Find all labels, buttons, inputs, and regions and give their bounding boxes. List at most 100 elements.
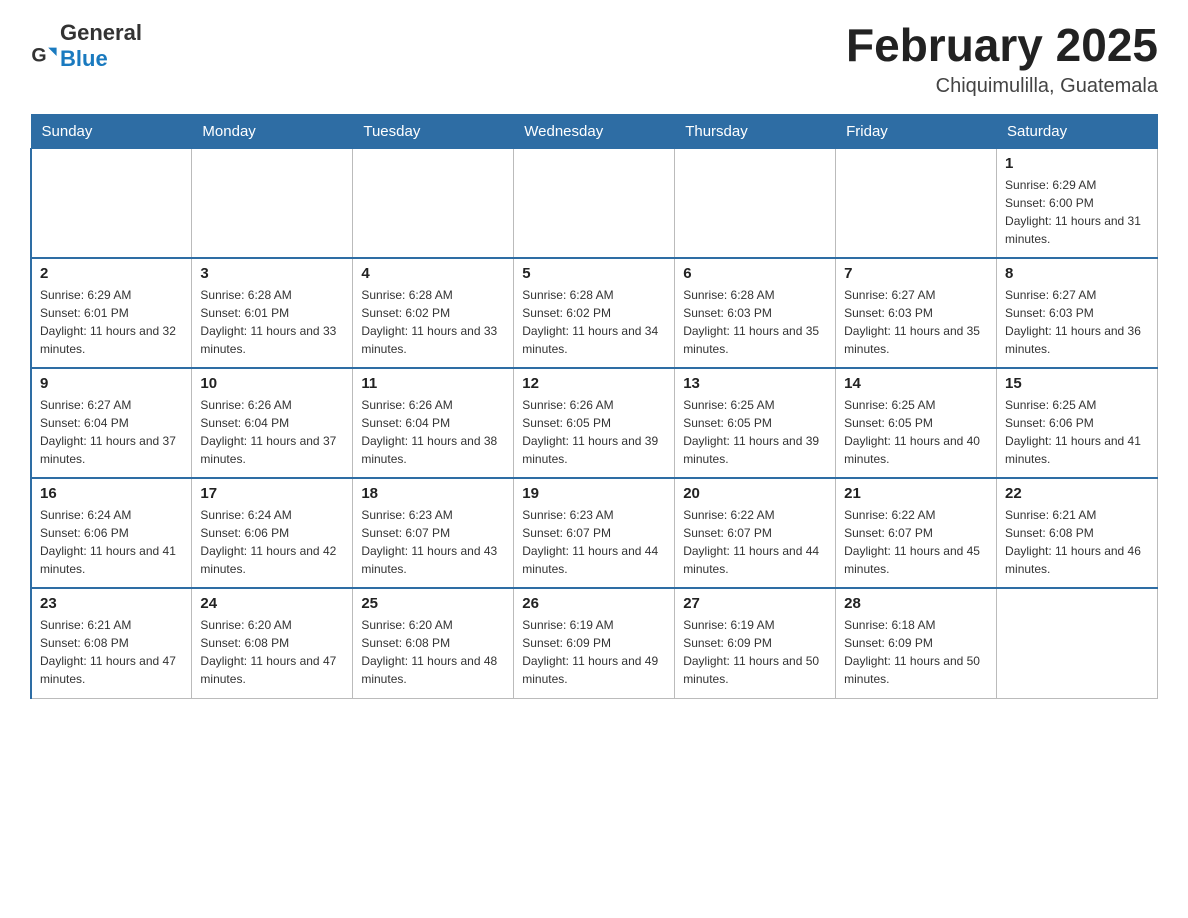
day-info: Sunrise: 6:28 AM Sunset: 6:01 PM Dayligh… bbox=[200, 286, 344, 358]
day-number: 1 bbox=[1005, 155, 1149, 172]
day-info: Sunrise: 6:28 AM Sunset: 6:02 PM Dayligh… bbox=[361, 286, 505, 358]
day-info: Sunrise: 6:18 AM Sunset: 6:09 PM Dayligh… bbox=[844, 616, 988, 688]
day-info: Sunrise: 6:22 AM Sunset: 6:07 PM Dayligh… bbox=[844, 506, 988, 578]
calendar-cell: 2 Sunrise: 6:29 AM Sunset: 6:01 PM Daylig… bbox=[31, 258, 192, 368]
location-title: Chiquimulilla, Guatemala bbox=[846, 75, 1158, 98]
calendar-cell: 21 Sunrise: 6:22 AM Sunset: 6:07 PM Dayli… bbox=[836, 478, 997, 588]
day-number: 26 bbox=[522, 595, 666, 612]
day-number: 23 bbox=[40, 595, 183, 612]
calendar-header-row: SundayMondayTuesdayWednesdayThursdayFrid… bbox=[31, 114, 1158, 148]
calendar-cell: 1 Sunrise: 6:29 AM Sunset: 6:00 PM Daylig… bbox=[997, 148, 1158, 258]
column-header-monday: Monday bbox=[192, 114, 353, 148]
column-header-thursday: Thursday bbox=[675, 114, 836, 148]
calendar-cell bbox=[675, 148, 836, 258]
day-number: 8 bbox=[1005, 265, 1149, 282]
calendar-cell: 16 Sunrise: 6:24 AM Sunset: 6:06 PM Dayli… bbox=[31, 478, 192, 588]
calendar-cell: 14 Sunrise: 6:25 AM Sunset: 6:05 PM Dayli… bbox=[836, 368, 997, 478]
day-info: Sunrise: 6:20 AM Sunset: 6:08 PM Dayligh… bbox=[361, 616, 505, 688]
calendar-cell: 25 Sunrise: 6:20 AM Sunset: 6:08 PM Dayli… bbox=[353, 588, 514, 698]
calendar-cell: 26 Sunrise: 6:19 AM Sunset: 6:09 PM Dayli… bbox=[514, 588, 675, 698]
day-info: Sunrise: 6:23 AM Sunset: 6:07 PM Dayligh… bbox=[522, 506, 666, 578]
column-header-wednesday: Wednesday bbox=[514, 114, 675, 148]
calendar-cell: 12 Sunrise: 6:26 AM Sunset: 6:05 PM Dayli… bbox=[514, 368, 675, 478]
day-number: 10 bbox=[200, 375, 344, 392]
day-number: 3 bbox=[200, 265, 344, 282]
calendar-cell: 8 Sunrise: 6:27 AM Sunset: 6:03 PM Daylig… bbox=[997, 258, 1158, 368]
logo: G General Blue bbox=[30, 20, 142, 72]
column-header-saturday: Saturday bbox=[997, 114, 1158, 148]
day-info: Sunrise: 6:28 AM Sunset: 6:02 PM Dayligh… bbox=[522, 286, 666, 358]
calendar-cell: 24 Sunrise: 6:20 AM Sunset: 6:08 PM Dayli… bbox=[192, 588, 353, 698]
day-info: Sunrise: 6:22 AM Sunset: 6:07 PM Dayligh… bbox=[683, 506, 827, 578]
calendar-cell: 4 Sunrise: 6:28 AM Sunset: 6:02 PM Daylig… bbox=[353, 258, 514, 368]
day-number: 5 bbox=[522, 265, 666, 282]
day-info: Sunrise: 6:29 AM Sunset: 6:00 PM Dayligh… bbox=[1005, 176, 1149, 248]
day-info: Sunrise: 6:26 AM Sunset: 6:04 PM Dayligh… bbox=[200, 396, 344, 468]
svg-text:G: G bbox=[31, 45, 46, 67]
month-title: February 2025 bbox=[846, 20, 1158, 71]
day-number: 18 bbox=[361, 485, 505, 502]
calendar-cell bbox=[192, 148, 353, 258]
day-number: 28 bbox=[844, 595, 988, 612]
day-number: 14 bbox=[844, 375, 988, 392]
calendar-cell: 13Sunrise: 6:25 AM Sunset: 6:05 PM Dayli… bbox=[675, 368, 836, 478]
calendar-week-row: 2 Sunrise: 6:29 AM Sunset: 6:01 PM Daylig… bbox=[31, 258, 1158, 368]
calendar-week-row: 1 Sunrise: 6:29 AM Sunset: 6:00 PM Daylig… bbox=[31, 148, 1158, 258]
day-number: 2 bbox=[40, 265, 183, 282]
calendar-cell: 3 Sunrise: 6:28 AM Sunset: 6:01 PM Daylig… bbox=[192, 258, 353, 368]
day-info: Sunrise: 6:27 AM Sunset: 6:03 PM Dayligh… bbox=[844, 286, 988, 358]
calendar-cell: 19Sunrise: 6:23 AM Sunset: 6:07 PM Dayli… bbox=[514, 478, 675, 588]
page-header: G General Blue February 2025 Chiquimulil… bbox=[30, 20, 1158, 98]
day-number: 20 bbox=[683, 485, 827, 502]
calendar-week-row: 16 Sunrise: 6:24 AM Sunset: 6:06 PM Dayli… bbox=[31, 478, 1158, 588]
calendar-cell: 15 Sunrise: 6:25 AM Sunset: 6:06 PM Dayli… bbox=[997, 368, 1158, 478]
day-info: Sunrise: 6:26 AM Sunset: 6:04 PM Dayligh… bbox=[361, 396, 505, 468]
day-info: Sunrise: 6:24 AM Sunset: 6:06 PM Dayligh… bbox=[200, 506, 344, 578]
calendar-cell: 22Sunrise: 6:21 AM Sunset: 6:08 PM Dayli… bbox=[997, 478, 1158, 588]
day-info: Sunrise: 6:24 AM Sunset: 6:06 PM Dayligh… bbox=[40, 506, 183, 578]
calendar-week-row: 23Sunrise: 6:21 AM Sunset: 6:08 PM Dayli… bbox=[31, 588, 1158, 698]
calendar-cell bbox=[514, 148, 675, 258]
day-number: 25 bbox=[361, 595, 505, 612]
day-info: Sunrise: 6:23 AM Sunset: 6:07 PM Dayligh… bbox=[361, 506, 505, 578]
calendar-cell bbox=[31, 148, 192, 258]
day-info: Sunrise: 6:25 AM Sunset: 6:05 PM Dayligh… bbox=[844, 396, 988, 468]
calendar-cell: 23Sunrise: 6:21 AM Sunset: 6:08 PM Dayli… bbox=[31, 588, 192, 698]
day-number: 17 bbox=[200, 485, 344, 502]
day-number: 6 bbox=[683, 265, 827, 282]
day-number: 12 bbox=[522, 375, 666, 392]
calendar-table: SundayMondayTuesdayWednesdayThursdayFrid… bbox=[30, 114, 1158, 699]
day-number: 24 bbox=[200, 595, 344, 612]
calendar-cell bbox=[353, 148, 514, 258]
calendar-cell: 9Sunrise: 6:27 AM Sunset: 6:04 PM Daylig… bbox=[31, 368, 192, 478]
day-number: 15 bbox=[1005, 375, 1149, 392]
day-number: 16 bbox=[40, 485, 183, 502]
calendar-cell bbox=[997, 588, 1158, 698]
day-number: 7 bbox=[844, 265, 988, 282]
calendar-cell: 18 Sunrise: 6:23 AM Sunset: 6:07 PM Dayli… bbox=[353, 478, 514, 588]
column-header-tuesday: Tuesday bbox=[353, 114, 514, 148]
calendar-cell: 7 Sunrise: 6:27 AM Sunset: 6:03 PM Daylig… bbox=[836, 258, 997, 368]
day-number: 4 bbox=[361, 265, 505, 282]
calendar-cell: 5 Sunrise: 6:28 AM Sunset: 6:02 PM Daylig… bbox=[514, 258, 675, 368]
day-info: Sunrise: 6:19 AM Sunset: 6:09 PM Dayligh… bbox=[522, 616, 666, 688]
day-info: Sunrise: 6:25 AM Sunset: 6:06 PM Dayligh… bbox=[1005, 396, 1149, 468]
day-info: Sunrise: 6:27 AM Sunset: 6:04 PM Dayligh… bbox=[40, 396, 183, 468]
calendar-cell: 27 Sunrise: 6:19 AM Sunset: 6:09 PM Dayli… bbox=[675, 588, 836, 698]
day-number: 27 bbox=[683, 595, 827, 612]
day-number: 13 bbox=[683, 375, 827, 392]
day-info: Sunrise: 6:26 AM Sunset: 6:05 PM Dayligh… bbox=[522, 396, 666, 468]
calendar-cell bbox=[836, 148, 997, 258]
day-info: Sunrise: 6:27 AM Sunset: 6:03 PM Dayligh… bbox=[1005, 286, 1149, 358]
day-info: Sunrise: 6:19 AM Sunset: 6:09 PM Dayligh… bbox=[683, 616, 827, 688]
day-info: Sunrise: 6:20 AM Sunset: 6:08 PM Dayligh… bbox=[200, 616, 344, 688]
calendar-week-row: 9Sunrise: 6:27 AM Sunset: 6:04 PM Daylig… bbox=[31, 368, 1158, 478]
day-info: Sunrise: 6:21 AM Sunset: 6:08 PM Dayligh… bbox=[1005, 506, 1149, 578]
calendar-cell: 11 Sunrise: 6:26 AM Sunset: 6:04 PM Dayli… bbox=[353, 368, 514, 478]
day-number: 11 bbox=[361, 375, 505, 392]
logo-icon: G bbox=[30, 42, 58, 70]
day-info: Sunrise: 6:29 AM Sunset: 6:01 PM Dayligh… bbox=[40, 286, 183, 358]
calendar-cell: 17 Sunrise: 6:24 AM Sunset: 6:06 PM Dayli… bbox=[192, 478, 353, 588]
day-info: Sunrise: 6:28 AM Sunset: 6:03 PM Dayligh… bbox=[683, 286, 827, 358]
day-number: 21 bbox=[844, 485, 988, 502]
